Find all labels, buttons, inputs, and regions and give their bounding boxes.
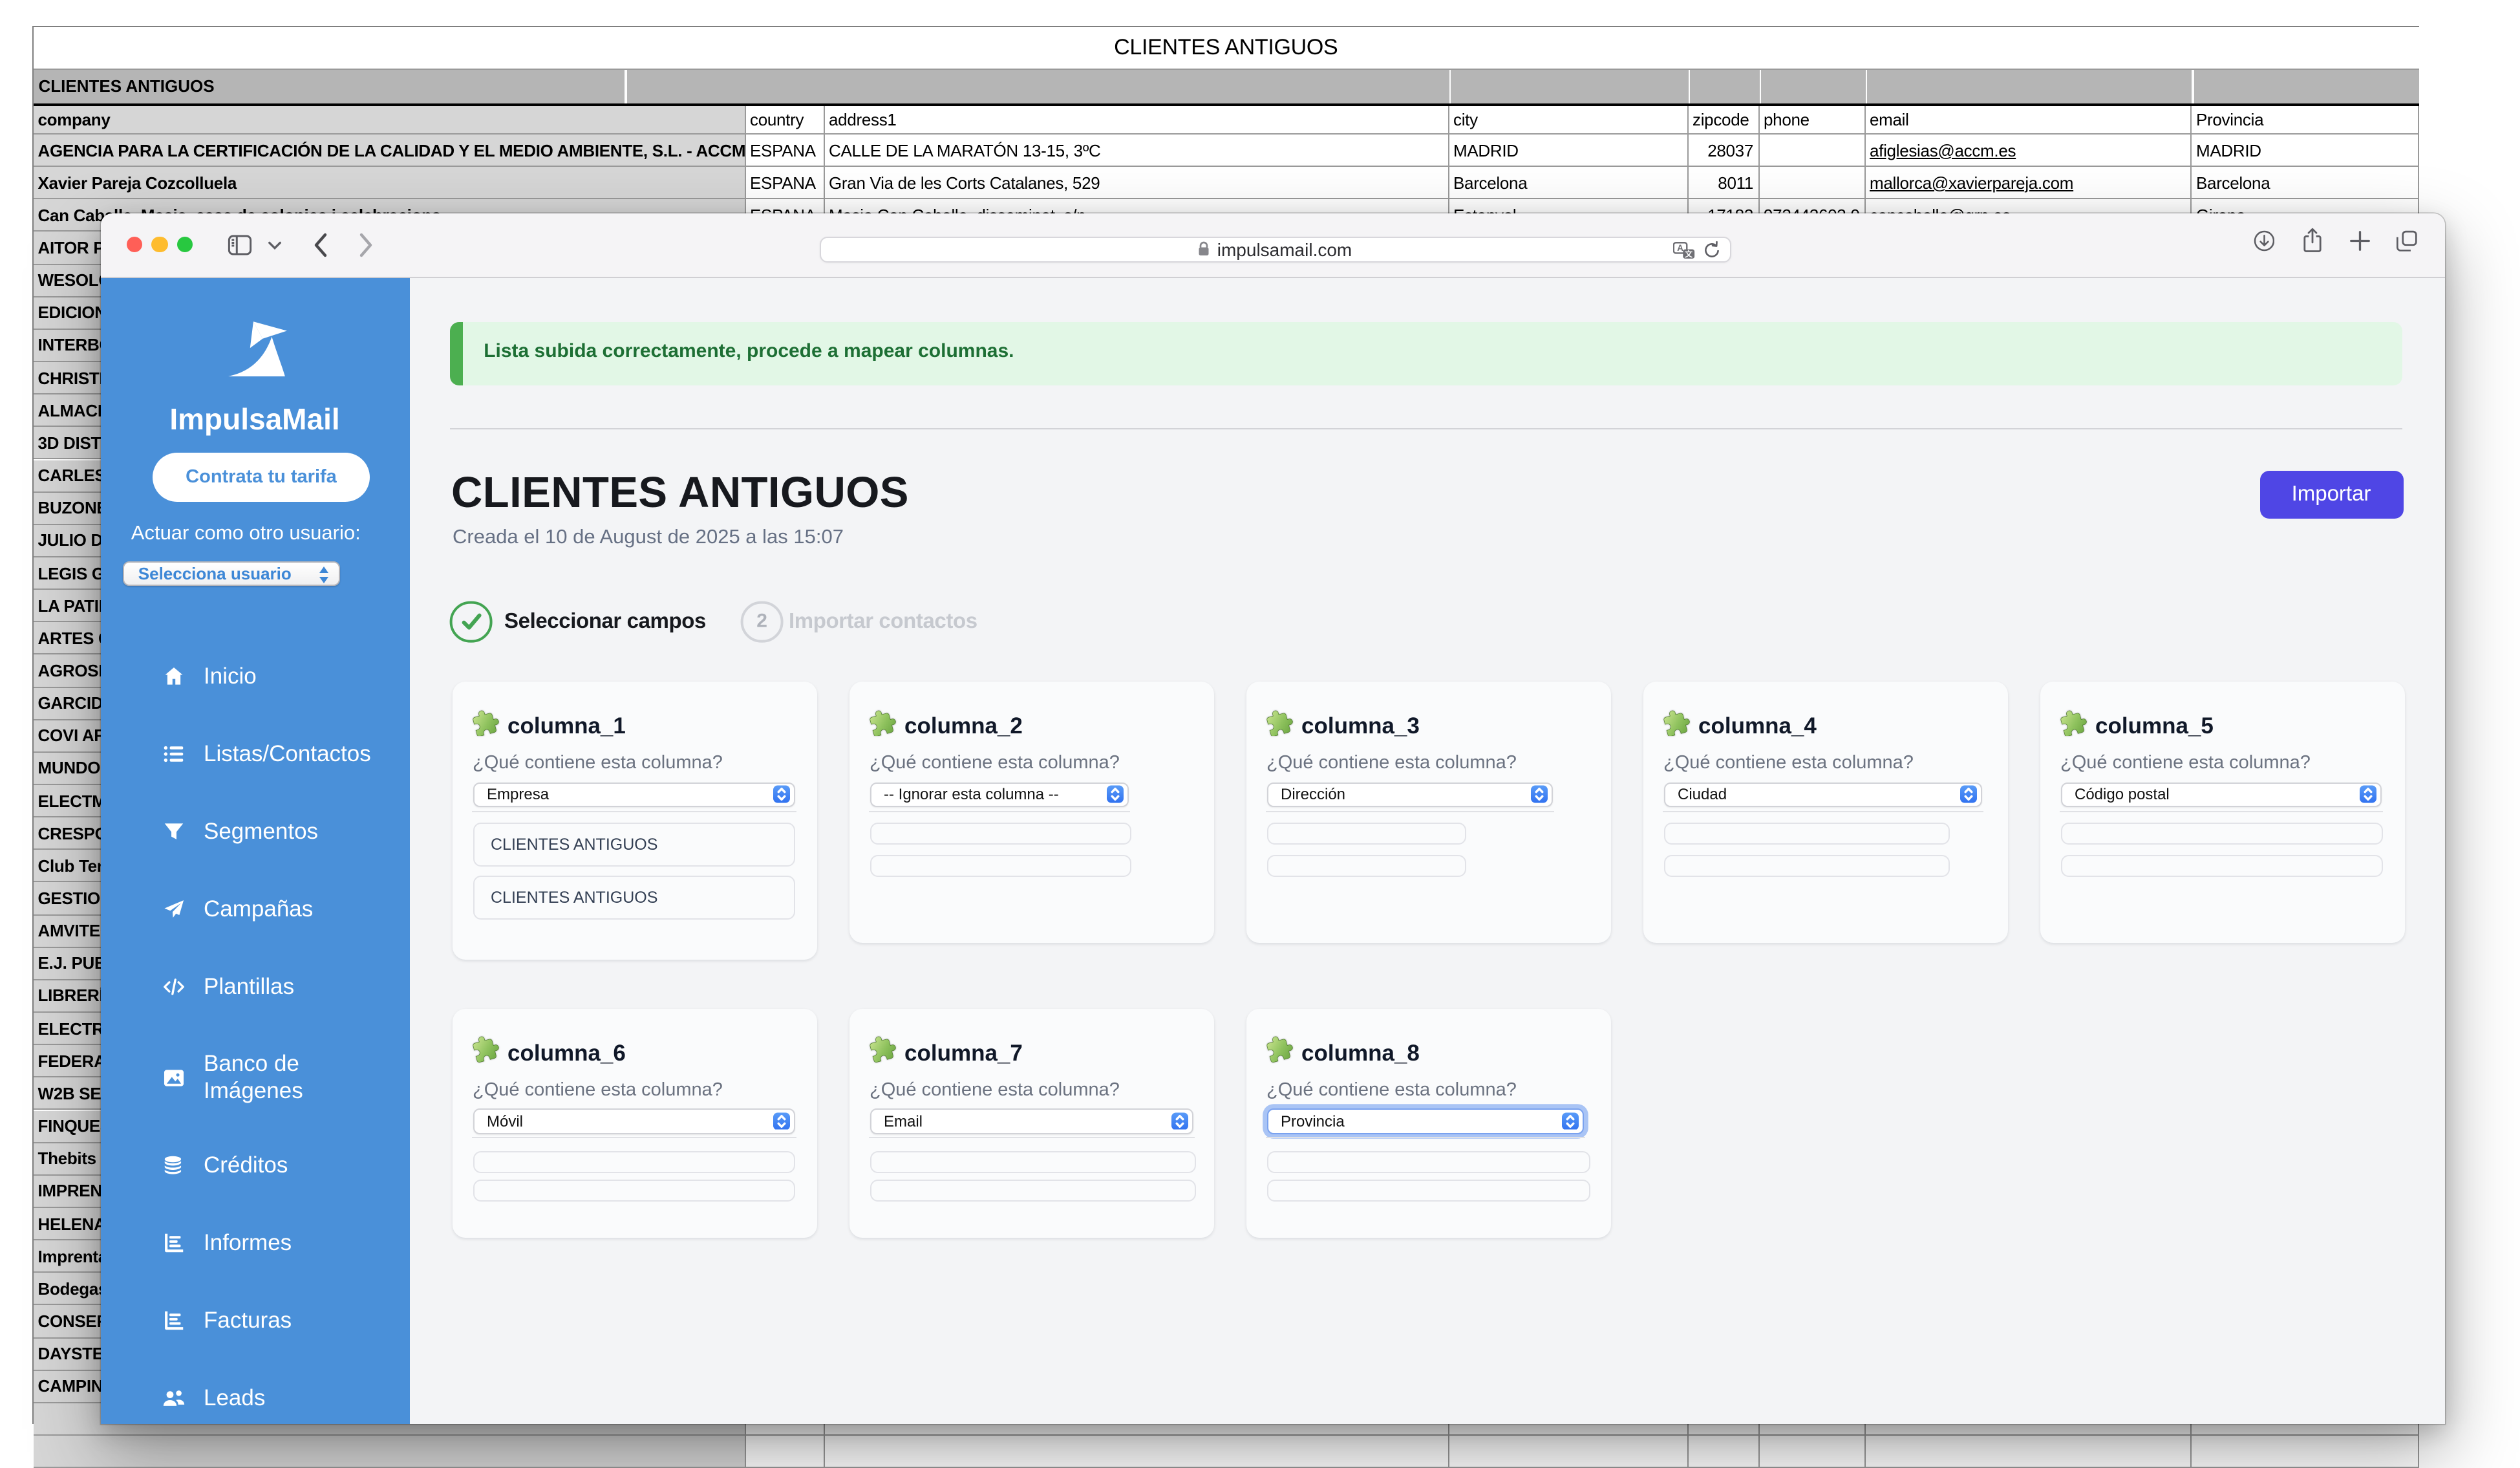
svg-text:文: 文 [1684,249,1692,258]
svg-text:A: A [1676,243,1683,252]
